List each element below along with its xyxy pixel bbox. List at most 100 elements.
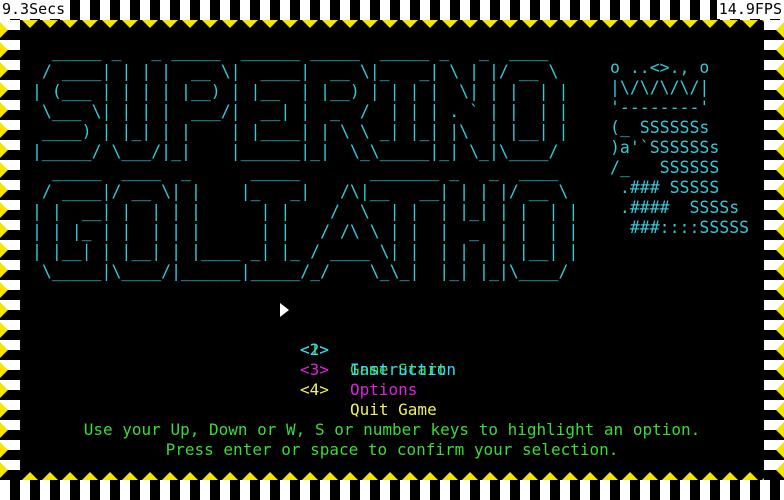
border-tile — [150, 0, 160, 20]
border-tile — [500, 480, 510, 500]
border-tile — [250, 0, 260, 20]
border-tile — [270, 0, 280, 20]
border-tile — [200, 0, 210, 20]
border-tile — [90, 480, 100, 500]
border-tile — [280, 0, 290, 20]
border-tile — [80, 0, 90, 20]
border-triangle-icon — [602, 472, 618, 480]
border-tile — [30, 480, 40, 500]
border-triangle-icon — [102, 472, 118, 480]
border-triangle-icon — [502, 20, 518, 28]
border-tile — [200, 480, 210, 500]
border-tile — [240, 480, 250, 500]
border-triangle-icon — [202, 472, 218, 480]
border-tile — [290, 480, 300, 500]
menu-item-game-start[interactable]: <1> Game Start — [0, 300, 446, 379]
border-triangle-icon — [122, 472, 138, 480]
border-triangle-icon — [442, 20, 458, 28]
border-triangle-icon — [622, 472, 638, 480]
menu-item-instruction[interactable]: <2> Instruction — [0, 320, 456, 379]
border-triangle-icon — [342, 20, 358, 28]
border-tile — [550, 0, 560, 20]
border-tile — [690, 480, 700, 500]
menu-key-3: <3> — [300, 360, 329, 379]
border-triangle-icon — [522, 20, 538, 28]
border-triangle-icon — [362, 20, 378, 28]
border-tile — [210, 0, 220, 20]
border-tile — [640, 480, 650, 500]
border-tile — [410, 480, 420, 500]
help-text-line-2: Press enter or space to confirm your sel… — [165, 440, 619, 459]
border-triangle-icon — [82, 20, 98, 28]
border-tile — [490, 480, 500, 500]
border-tile — [590, 0, 600, 20]
border-triangle-icon — [222, 472, 238, 480]
border-triangle-icon — [482, 20, 498, 28]
border-triangle-icon — [562, 20, 578, 28]
border-triangle-icon — [682, 20, 698, 28]
menu-item-quit-game[interactable]: <4> Quit Game — [0, 360, 437, 419]
border-tile — [620, 0, 630, 20]
border-tile — [310, 480, 320, 500]
border-tile — [110, 0, 120, 20]
border-triangle-icon — [642, 472, 658, 480]
border-tile — [640, 0, 650, 20]
border-triangle-icon — [182, 472, 198, 480]
border-tile — [540, 0, 550, 20]
border-tile — [20, 480, 30, 500]
border-triangle-icon — [162, 472, 178, 480]
border-triangle-icon — [322, 20, 338, 28]
border-triangle-icon — [362, 472, 378, 480]
border-tile — [700, 480, 710, 500]
border-tile — [350, 480, 360, 500]
border-tile — [570, 480, 580, 500]
border-tile — [100, 480, 110, 500]
border-triangle-icon — [102, 20, 118, 28]
border-tile — [300, 480, 310, 500]
border-triangle-icon — [242, 20, 258, 28]
border-triangle-icon — [642, 20, 658, 28]
border-tile — [220, 480, 230, 500]
border-triangle-icon — [722, 20, 738, 28]
border-tile — [440, 480, 450, 500]
border-triangle-icon — [582, 20, 598, 28]
border-triangle-icon — [662, 20, 678, 28]
border-tile — [230, 0, 240, 20]
border-tile — [210, 480, 220, 500]
border-tile — [580, 480, 590, 500]
border-triangle-icon — [502, 472, 518, 480]
border-triangle-icon — [62, 20, 78, 28]
border-triangle-icon — [542, 472, 558, 480]
border-tile — [590, 480, 600, 500]
menu-item-options[interactable]: <3> Options — [0, 340, 417, 399]
border-tile — [220, 0, 230, 20]
border-tile — [620, 480, 630, 500]
border-tile — [600, 0, 610, 20]
border-triangle-icon — [262, 472, 278, 480]
border-triangle-icon — [42, 472, 58, 480]
border-triangle-icon — [702, 20, 718, 28]
border-tile — [320, 480, 330, 500]
border-tile — [240, 0, 250, 20]
border-tile — [60, 480, 70, 500]
border-tile — [560, 480, 570, 500]
border-tile — [490, 0, 500, 20]
border-tile — [450, 0, 460, 20]
border-tile — [170, 480, 180, 500]
border-tile — [10, 480, 20, 500]
border-triangle-icon — [302, 20, 318, 28]
border-tile — [360, 480, 370, 500]
border-tile — [330, 480, 340, 500]
border-triangle-icon — [662, 472, 678, 480]
border-triangle-icon — [162, 20, 178, 28]
border-tile — [480, 0, 490, 20]
border-tile — [140, 480, 150, 500]
border-tile — [680, 480, 690, 500]
border-tile — [0, 480, 10, 500]
selection-cursor-icon — [280, 303, 289, 317]
border-tile — [610, 480, 620, 500]
border-tile — [610, 0, 620, 20]
border-tile — [580, 0, 590, 20]
border-tile — [250, 480, 260, 500]
border-tile — [450, 480, 460, 500]
